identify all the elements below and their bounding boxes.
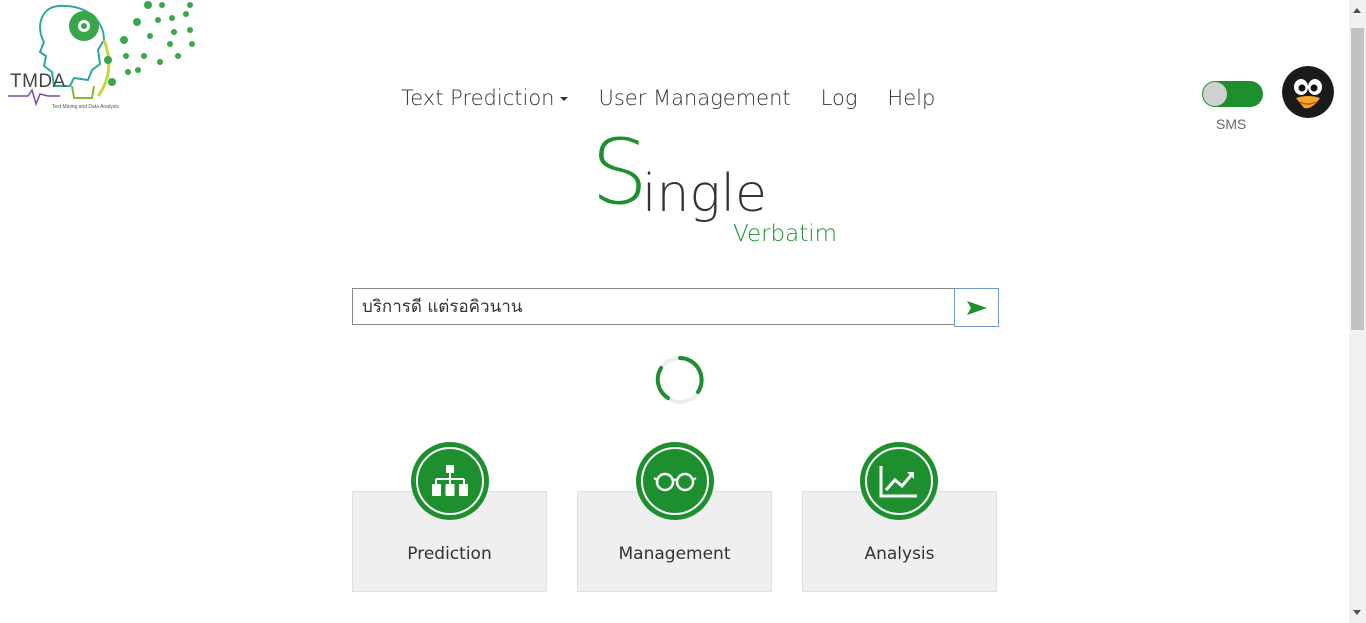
logo-text: TMDA <box>10 71 66 92</box>
hero-title-initial: S <box>591 120 649 225</box>
card-prediction-icon-circle[interactable] <box>411 442 489 520</box>
sms-toggle-label: SMS <box>1216 116 1247 132</box>
nav-text-prediction[interactable]: Text Prediction <box>401 86 569 110</box>
nav-text-prediction-label: Text Prediction <box>401 86 555 110</box>
card-management-label: Management <box>618 544 731 564</box>
scroll-down-arrow-icon[interactable] <box>1353 610 1361 615</box>
hierarchy-icon <box>432 465 468 496</box>
nav-log[interactable]: Log <box>821 86 858 110</box>
hero-subtitle: Verbatim <box>733 221 838 247</box>
card-analysis-icon-circle[interactable] <box>860 442 938 520</box>
brain-head-logo-icon <box>8 1 195 107</box>
toggle-knob <box>1203 82 1227 106</box>
main-nav: Text Prediction User Management Log Help <box>401 86 965 110</box>
chart-trend-icon <box>879 466 917 498</box>
scroll-thumb[interactable] <box>1351 28 1364 330</box>
card-analysis-label: Analysis <box>864 544 935 564</box>
hero-title-rest: ingle <box>642 164 768 224</box>
sms-toggle[interactable] <box>1202 81 1263 107</box>
penguin-avatar-icon <box>1282 66 1334 118</box>
send-arrow-icon <box>966 300 987 315</box>
card-management-icon-circle[interactable] <box>636 442 714 520</box>
logo-subtitle: Text Mining and Data Analysis <box>52 104 119 110</box>
send-button[interactable] <box>954 288 999 327</box>
user-avatar[interactable] <box>1282 66 1334 118</box>
glasses-icon <box>653 472 697 492</box>
nav-user-management[interactable]: User Management <box>598 86 790 110</box>
scroll-up-arrow-icon[interactable] <box>1353 8 1361 13</box>
loading-spinner-icon <box>655 356 704 404</box>
vertical-scrollbar[interactable] <box>1349 0 1366 623</box>
card-prediction-label: Prediction <box>407 544 492 564</box>
caret-down-icon <box>560 97 569 101</box>
nav-help[interactable]: Help <box>887 86 935 110</box>
tmda-logo[interactable]: TMDA Text Mining and Data Analysis <box>0 0 210 115</box>
verbatim-input[interactable] <box>352 288 954 325</box>
